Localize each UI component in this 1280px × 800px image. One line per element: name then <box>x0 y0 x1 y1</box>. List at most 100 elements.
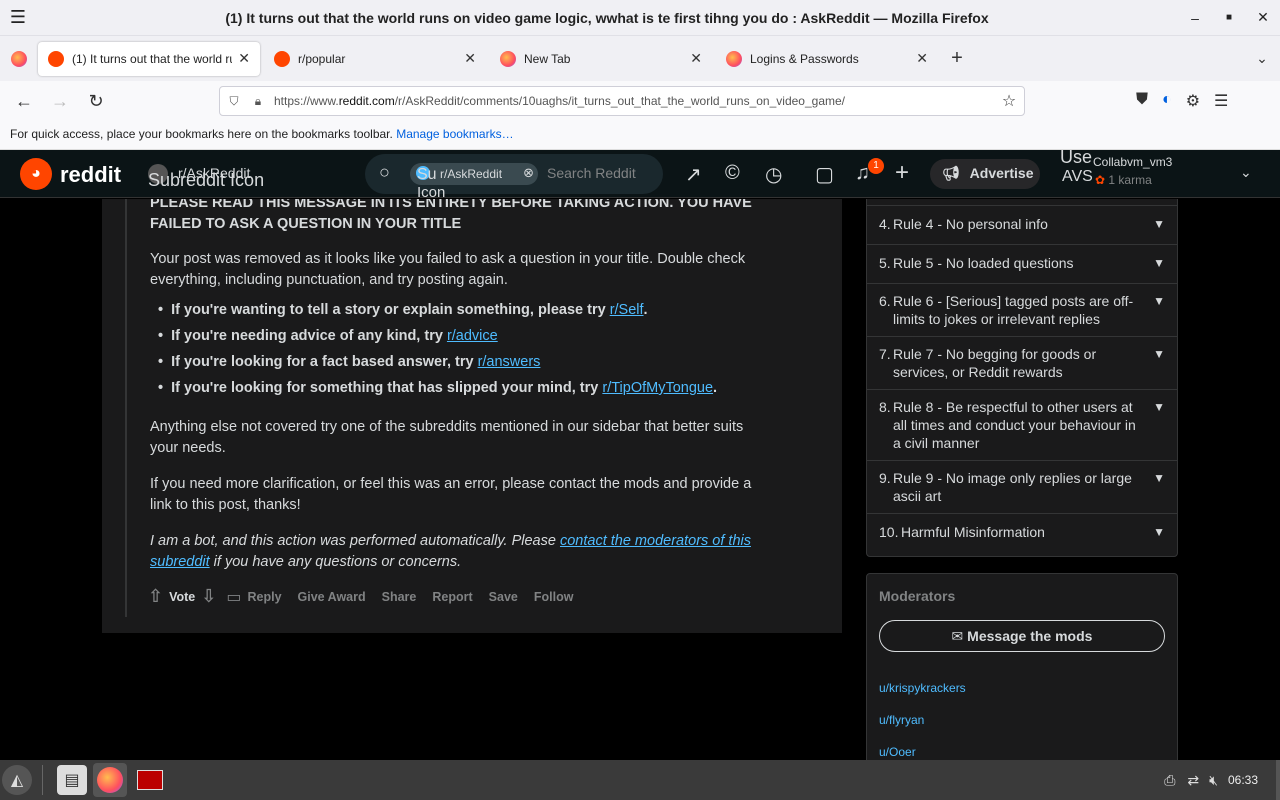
chevron-down-icon[interactable]: ▼ <box>1145 398 1165 416</box>
moderator-link[interactable]: u/krispykrackers <box>879 672 1165 704</box>
extensions-icon[interactable]: ⚙ <box>1186 91 1200 111</box>
os-taskbar: ◭ ▤ ⎙ ⇄ 🔇︎ 06:33 <box>0 760 1280 800</box>
close-tab-icon[interactable]: ✕ <box>690 50 702 67</box>
rule-item[interactable]: 4. Rule 4 - No personal info ▼ <box>867 205 1177 244</box>
rule-item[interactable]: 10. Harmful Misinformation ▼ <box>867 513 1177 553</box>
reddit-icon <box>48 50 64 67</box>
reload-icon[interactable]: ↻ <box>78 91 114 112</box>
create-post-icon[interactable]: + <box>895 159 909 187</box>
reddit-logo-icon[interactable]: ◕ <box>20 158 52 190</box>
clear-chip-icon[interactable]: ⊗ <box>523 165 534 181</box>
shield-icon[interactable]: ⛉ <box>220 94 248 109</box>
give-award-button[interactable]: Give Award <box>298 590 366 604</box>
close-window-icon[interactable]: ✕ <box>1246 9 1280 26</box>
maximize-icon[interactable]: ■ <box>1212 12 1246 23</box>
chevron-down-icon[interactable]: ▼ <box>1145 345 1165 363</box>
karma-value: 1 karma <box>1108 173 1152 187</box>
follow-button[interactable]: Follow <box>534 590 574 604</box>
show-desktop-button[interactable] <box>1276 760 1280 800</box>
rule-number: 9. <box>879 470 891 486</box>
bot-notice-text: I am a bot, and this action was performe… <box>150 533 560 549</box>
rule-item[interactable]: 5. Rule 5 - No loaded questions ▼ <box>867 244 1177 283</box>
minimize-icon[interactable]: – <box>1178 10 1212 26</box>
rule-text: Rule 8 - Be respectful to other users at… <box>893 399 1136 451</box>
new-tab-icon[interactable]: + <box>942 47 972 70</box>
link-r-answers[interactable]: r/answers <box>478 354 541 370</box>
file-manager-icon[interactable]: ▤ <box>57 765 87 795</box>
upvote-icon[interactable]: ⇧ <box>148 586 163 607</box>
url-bar[interactable]: ⛉ 🔒︎ https://www.reddit.com/r/AskReddit/… <box>219 86 1025 116</box>
rule-item[interactable]: 9. Rule 9 - No image only replies or larg… <box>867 460 1177 513</box>
bookmark-star-icon[interactable]: ☆ <box>994 91 1024 111</box>
report-button[interactable]: Report <box>432 590 472 604</box>
terminal-icon[interactable] <box>133 763 167 797</box>
share-button[interactable]: Share <box>382 590 417 604</box>
moderator-link[interactable]: u/Ooer <box>879 736 1165 760</box>
app-menu-icon[interactable]: ☰ <box>1214 91 1228 111</box>
printer-icon[interactable]: ⎙ <box>1164 772 1175 789</box>
subreddit-icon-alt: Subreddit Icon <box>148 170 265 190</box>
tab-popular[interactable]: r/popular ✕ <box>264 42 486 76</box>
chevron-down-icon[interactable]: ▼ <box>1145 523 1165 541</box>
message-mods-button[interactable]: ✉ Message the mods <box>879 620 1165 652</box>
firefox-view-icon[interactable] <box>0 50 38 67</box>
close-tab-icon[interactable]: ✕ <box>916 50 928 67</box>
comment-actions: ⇧ Vote ⇩ ▭ Reply Give Award Share Report… <box>148 586 589 607</box>
thread-line[interactable] <box>125 199 127 617</box>
rule-item[interactable]: 6. Rule 6 - [Serious] tagged posts are of… <box>867 283 1177 336</box>
reddit-wordmark[interactable]: reddit <box>60 162 121 188</box>
search-icon: ○ <box>379 162 390 182</box>
username[interactable]: Collabvm_vm3 <box>1093 155 1172 169</box>
tab-askreddit[interactable]: (1) It turns out that the world runs on … <box>38 41 260 76</box>
comment-paragraph-3: If you need more clarification, or feel … <box>150 476 752 513</box>
volume-muted-icon[interactable]: 🔇︎ <box>1209 772 1218 789</box>
url-text: https://www.reddit.com/r/AskReddit/comme… <box>274 94 845 108</box>
bullet-after: . <box>713 380 718 396</box>
chevron-down-icon[interactable]: ▼ <box>1145 469 1165 487</box>
chip-label: r/AskReddit <box>440 167 503 181</box>
link-r-self[interactable]: r/Self <box>610 302 644 318</box>
hamburger-menu-icon[interactable]: ☰ <box>0 7 36 28</box>
start-menu-icon[interactable]: ◭ <box>2 765 32 795</box>
reply-button[interactable]: Reply <box>247 590 281 604</box>
link-r-advice[interactable]: r/advice <box>447 328 498 344</box>
rule-item[interactable]: 7. Rule 7 - No begging for goods or servi… <box>867 336 1177 389</box>
downvote-icon[interactable]: ⇩ <box>201 586 216 607</box>
rules-widget: 4. Rule 4 - No personal info ▼ 5. Rule 5 - … <box>866 199 1178 557</box>
talk-icon[interactable]: ◷ <box>765 162 782 187</box>
close-tab-icon[interactable]: ✕ <box>464 50 476 67</box>
coins-icon[interactable]: © <box>725 162 740 185</box>
tab-new-tab[interactable]: New Tab ✕ <box>490 42 712 76</box>
save-button[interactable]: Save <box>489 590 518 604</box>
karma: ✿ 1 karma <box>1095 173 1152 187</box>
chevron-down-icon[interactable]: ▼ <box>1145 254 1165 272</box>
rule-number: 6. <box>879 293 891 309</box>
network-icon[interactable]: ⇄ <box>1187 772 1199 789</box>
notification-badge: 1 <box>868 158 884 174</box>
link-r-tipofmytongue[interactable]: r/TipOfMyTongue <box>602 380 713 396</box>
firefox-taskbar-icon[interactable] <box>93 763 127 797</box>
user-avatar-alt[interactable]: Use <box>1060 147 1092 168</box>
moderator-link[interactable]: u/flyryan <box>879 704 1165 736</box>
moderators-title: Moderators <box>879 588 956 604</box>
back-icon[interactable]: ← <box>6 91 42 112</box>
user-menu-chevron-icon[interactable]: ⌄ <box>1240 164 1252 181</box>
popular-icon[interactable]: ↗ <box>685 162 702 187</box>
account-icon[interactable]: ◐ <box>1162 91 1172 111</box>
list-item: • If you're looking for something that h… <box>158 380 718 396</box>
chat-icon[interactable]: ▢ <box>815 162 834 187</box>
list-tabs-icon[interactable]: ⌄ <box>1244 50 1280 67</box>
manage-bookmarks-link[interactable]: Manage bookmarks… <box>396 127 513 141</box>
lock-icon[interactable]: 🔒︎ <box>248 94 268 109</box>
chevron-down-icon[interactable]: ▼ <box>1145 292 1165 310</box>
close-tab-icon[interactable]: ✕ <box>238 50 250 67</box>
rule-text: Rule 5 - No loaded questions <box>893 255 1074 271</box>
chevron-down-icon[interactable]: ▼ <box>1145 215 1165 233</box>
search-bar[interactable]: ○ r/AskReddit ⊗ Su Icon Search Reddit <box>365 154 663 201</box>
comment-paragraph-2: Anything else not covered try one of the… <box>150 419 744 456</box>
advertise-button[interactable]: 📢︎ Advertise <box>930 159 1040 189</box>
forward-icon[interactable]: → <box>42 91 78 112</box>
rule-item[interactable]: 8. Rule 8 - Be respectful to other users … <box>867 389 1177 460</box>
pocket-icon[interactable]: ⛊ <box>1136 91 1148 111</box>
tab-logins[interactable]: Logins & Passwords ✕ <box>716 42 938 76</box>
